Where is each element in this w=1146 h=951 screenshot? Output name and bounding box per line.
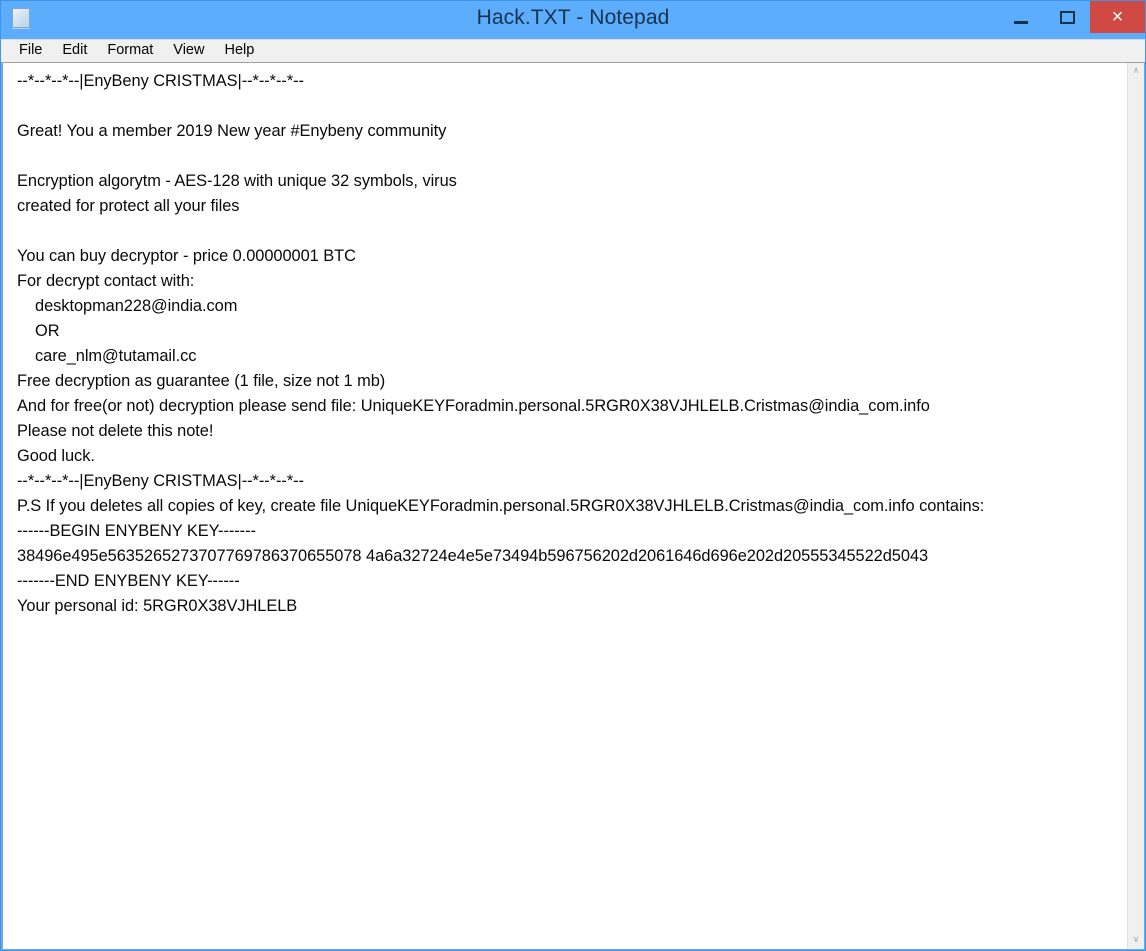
document-text[interactable]: --*--*--*--|EnyBeny CRISTMAS|--*--*--*--… <box>17 69 1127 619</box>
title-bar[interactable]: Hack.TXT - Notepad × <box>1 1 1145 39</box>
vertical-scrollbar[interactable]: ∧ ∨ <box>1127 63 1144 949</box>
scroll-track[interactable] <box>1128 80 1145 932</box>
notepad-window: Hack.TXT - Notepad × File Edit Format Vi… <box>0 0 1146 951</box>
menu-item-file[interactable]: File <box>10 41 51 61</box>
menu-item-help[interactable]: Help <box>215 41 263 61</box>
menu-item-edit[interactable]: Edit <box>53 41 96 61</box>
minimize-button[interactable] <box>998 1 1044 33</box>
menu-bar: File Edit Format View Help <box>1 39 1145 62</box>
scroll-down-arrow-icon[interactable]: ∨ <box>1128 932 1145 949</box>
notepad-document-icon <box>12 8 30 28</box>
menu-item-format[interactable]: Format <box>98 41 162 61</box>
text-editor[interactable]: --*--*--*--|EnyBeny CRISTMAS|--*--*--*--… <box>3 63 1127 949</box>
maximize-button[interactable] <box>1044 1 1090 33</box>
close-button[interactable]: × <box>1090 1 1145 33</box>
window-controls: × <box>998 1 1145 33</box>
scroll-up-arrow-icon[interactable]: ∧ <box>1128 63 1145 80</box>
minimize-icon <box>1014 20 1028 24</box>
close-icon: × <box>1111 6 1124 28</box>
window-title: Hack.TXT - Notepad <box>476 6 670 29</box>
editor-area: --*--*--*--|EnyBeny CRISTMAS|--*--*--*--… <box>2 62 1144 949</box>
maximize-icon <box>1059 10 1075 24</box>
menu-item-view[interactable]: View <box>164 41 213 61</box>
